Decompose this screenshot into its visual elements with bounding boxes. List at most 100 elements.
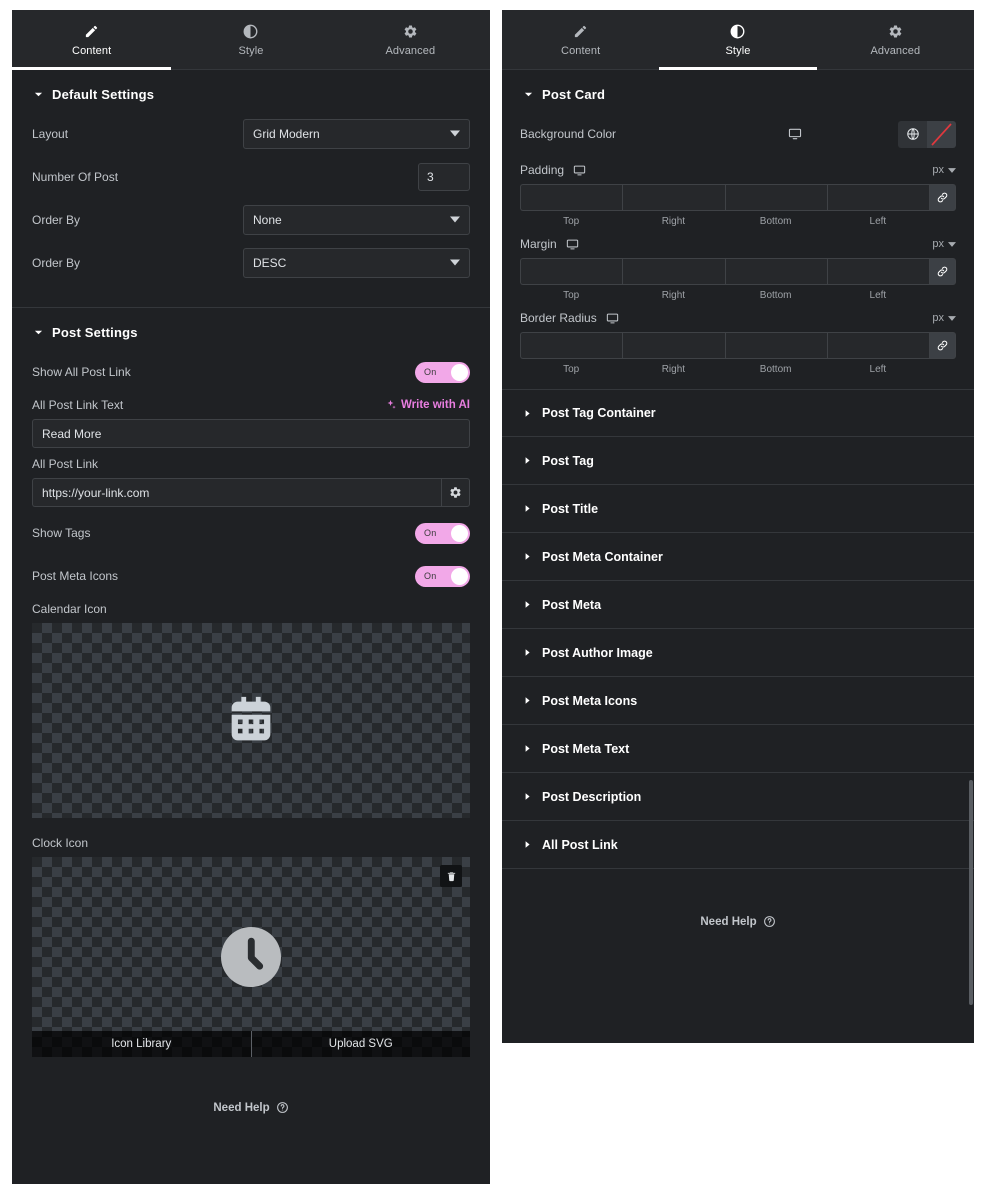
tab-advanced[interactable]: Advanced (817, 10, 974, 69)
padding-right-input[interactable] (622, 184, 725, 211)
caret-right-icon (525, 697, 530, 704)
margin-bottom-input[interactable] (724, 258, 827, 285)
post-card-body: Background Color Padding px Top Right Bo… (502, 117, 974, 389)
margin-right-input[interactable] (622, 258, 725, 285)
tab-content[interactable]: Content (12, 10, 172, 70)
toggle-knob (451, 363, 468, 381)
tab-style[interactable]: Style (171, 10, 330, 69)
padding-link-values-button[interactable] (929, 184, 956, 211)
border-radius-bottom-input[interactable] (724, 332, 827, 359)
layout-select-value: Grid Modern (253, 127, 320, 141)
post-meta-icons-toggle[interactable]: On (415, 565, 470, 587)
write-with-ai-button[interactable]: Write with AI (385, 399, 470, 411)
clock-icon-preview[interactable]: Icon Library Upload SVG (32, 857, 470, 1057)
toggle-state-label: On (424, 528, 437, 538)
all-post-link-input[interactable]: https://your-link.com (32, 478, 441, 507)
padding-top-input[interactable] (520, 184, 623, 211)
show-all-post-link-toggle[interactable]: On (415, 361, 470, 383)
section-header-post-description[interactable]: Post Description (502, 773, 974, 821)
border-radius-unit-selector[interactable]: px (932, 312, 956, 324)
margin-top-input[interactable] (520, 258, 623, 285)
section-header-all-post-link[interactable]: All Post Link (502, 821, 974, 869)
sparkles-icon (387, 400, 396, 409)
delete-clock-icon-button[interactable] (440, 865, 462, 887)
section-header-post-meta[interactable]: Post Meta (502, 581, 974, 629)
margin-left-input[interactable] (826, 258, 929, 285)
margin-right-cell: Right (622, 258, 725, 301)
section-header-post-tag-container[interactable]: Post Tag Container (502, 389, 974, 437)
show-tags-toggle[interactable]: On (415, 522, 470, 544)
responsive-desktop-icon[interactable] (566, 238, 579, 251)
border-radius-left-cell: Left (826, 332, 929, 375)
section-header-post-meta-container[interactable]: Post Meta Container (502, 533, 974, 581)
margin-top-label: Top (563, 290, 580, 301)
background-color-swatch[interactable] (927, 120, 956, 148)
toggle-state-label: On (424, 571, 437, 581)
border-radius-top-label: Top (563, 364, 580, 375)
pencil-icon (573, 23, 588, 40)
section-title: Post Tag (542, 453, 594, 468)
border-radius-top-input[interactable] (520, 332, 623, 359)
tab-style[interactable]: Style (659, 10, 817, 70)
section-header-post-title[interactable]: Post Title (502, 485, 974, 533)
need-help-label: Need Help (700, 915, 757, 928)
toggle-state-label: On (424, 367, 437, 377)
upload-svg-button[interactable]: Upload SVG (250, 1031, 471, 1057)
need-help-left[interactable]: Need Help (12, 1075, 490, 1140)
section-title: Post Tag Container (542, 406, 656, 420)
responsive-desktop-icon[interactable] (788, 127, 802, 141)
section-header-post-author-image[interactable]: Post Author Image (502, 629, 974, 677)
left-panel-tabbar: Content Style Advanced (12, 10, 490, 70)
border-radius-left-input[interactable] (826, 332, 929, 359)
tab-content[interactable]: Content (502, 10, 659, 69)
number-of-post-input[interactable]: 3 (418, 163, 470, 191)
padding-left-input[interactable] (826, 184, 929, 211)
calendar-icon-preview[interactable] (32, 623, 470, 818)
section-header-post-meta-text[interactable]: Post Meta Text (502, 725, 974, 773)
padding-bottom-input[interactable] (724, 184, 827, 211)
padding-label: Padding (520, 163, 565, 177)
section-header-post-tag[interactable]: Post Tag (502, 437, 974, 485)
margin-top-cell: Top (520, 258, 623, 301)
padding-left-label: Left (869, 216, 887, 227)
layout-select[interactable]: Grid Modern (243, 119, 470, 149)
section-header-default-settings[interactable]: Default Settings (12, 70, 490, 117)
icon-library-button[interactable]: Icon Library (32, 1031, 251, 1057)
content-settings-panel: Content Style Advanced Default Settings … (12, 10, 490, 1184)
tab-advanced[interactable]: Advanced (331, 10, 490, 69)
collapsed-sections-list: Post Tag Container Post Tag Post Title Post… (502, 389, 974, 869)
monitor-icon (566, 239, 578, 249)
section-header-post-card[interactable]: Post Card (502, 70, 974, 117)
margin-link-values-button[interactable] (929, 258, 956, 285)
section-header-post-meta-icons[interactable]: Post Meta Icons (502, 677, 974, 725)
calendar-icon-label: Calendar Icon (32, 602, 107, 616)
margin-bottom-cell: Bottom (724, 258, 827, 301)
all-post-link-text-input[interactable]: Read More (32, 419, 470, 448)
link-icon (937, 192, 948, 203)
order-direction-select[interactable]: DESC (243, 248, 470, 278)
write-with-ai-label: Write with AI (401, 399, 470, 411)
padding-right-label: Right (661, 216, 686, 227)
need-help-right[interactable]: Need Help (502, 869, 974, 954)
global-color-button[interactable] (898, 120, 927, 148)
caret-right-icon (525, 409, 530, 417)
row-clock-icon: Clock Icon Icon Library Upload SVG (32, 836, 470, 1057)
border-radius-link-values-button[interactable] (929, 332, 956, 359)
responsive-desktop-icon[interactable] (573, 164, 586, 177)
all-post-link-label: All Post Link (32, 457, 99, 471)
order-by-select[interactable]: None (243, 205, 470, 235)
panel-scrollbar[interactable] (969, 780, 973, 1005)
responsive-desktop-icon[interactable] (606, 312, 619, 325)
border-radius-right-input[interactable] (622, 332, 725, 359)
all-post-link-options-button[interactable] (441, 478, 470, 507)
tab-content-label: Content (72, 44, 112, 57)
padding-unit-selector[interactable]: px (932, 164, 956, 176)
tab-advanced-label: Advanced (385, 44, 436, 57)
row-border-radius: Border Radius px Top Right Bottom Left (520, 311, 956, 375)
margin-unit-selector[interactable]: px (932, 238, 956, 250)
margin-right-label: Right (661, 290, 686, 301)
border-radius-top-cell: Top (520, 332, 623, 375)
section-header-post-settings[interactable]: Post Settings (12, 308, 490, 355)
all-post-link-text-value: Read More (42, 426, 102, 441)
monitor-icon (788, 128, 802, 140)
